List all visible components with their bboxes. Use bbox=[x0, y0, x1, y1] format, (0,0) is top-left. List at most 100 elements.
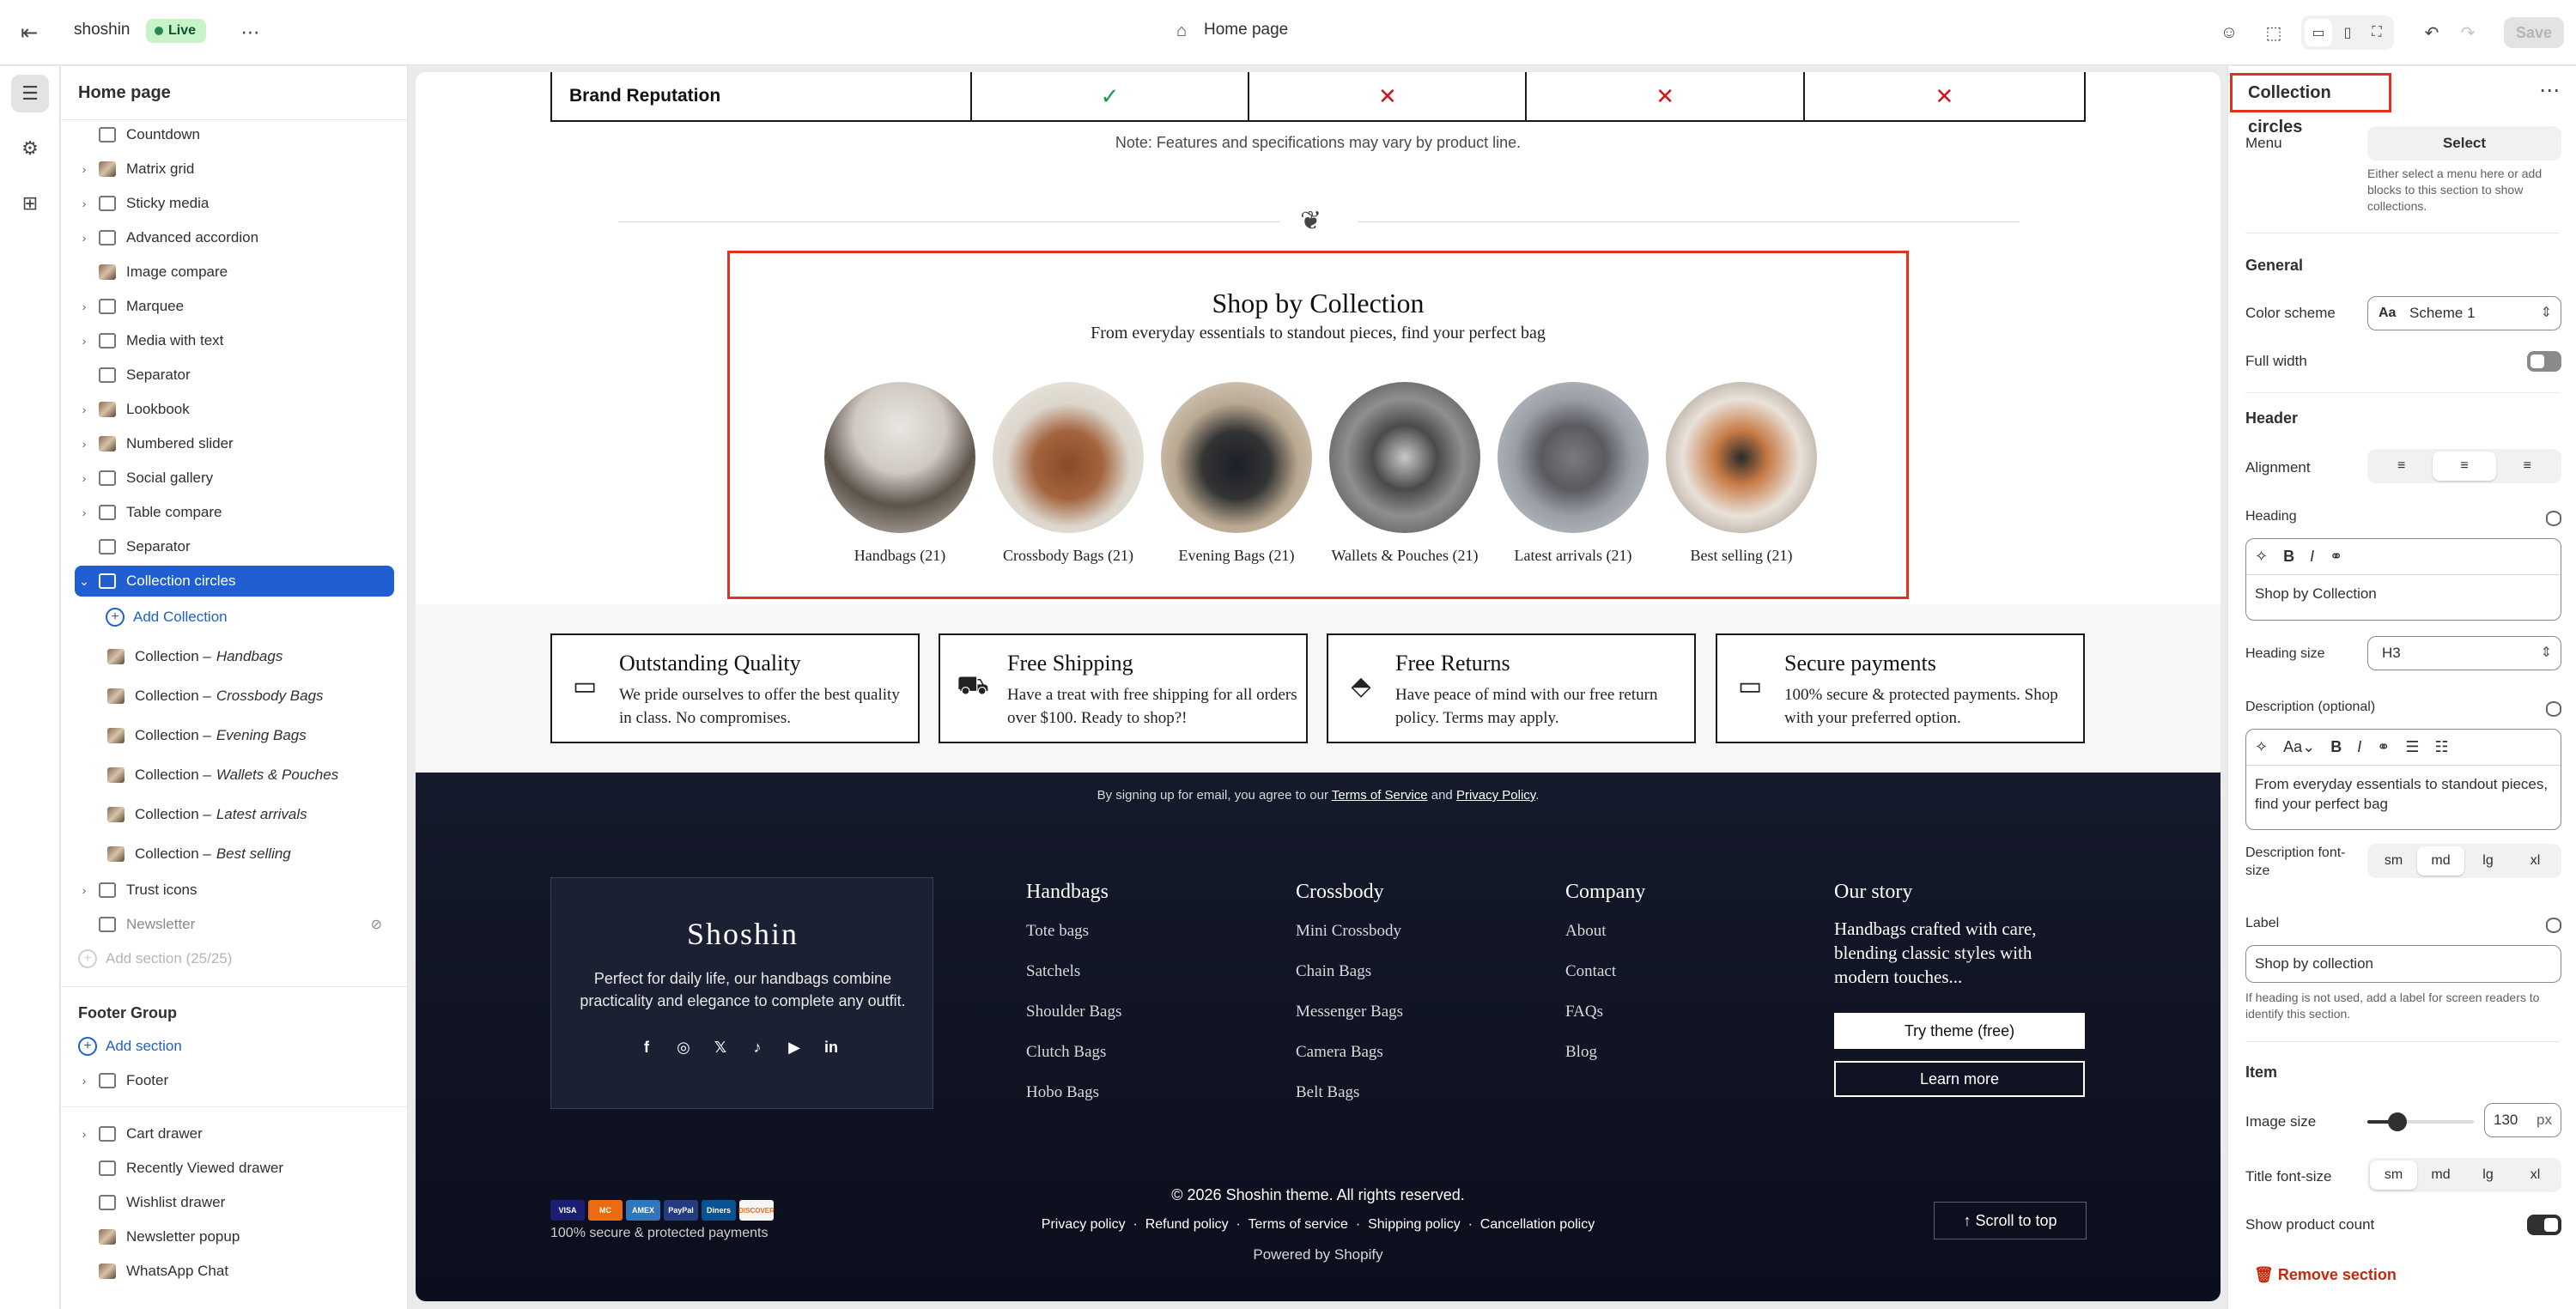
block-collection-handbags[interactable]: Collection – Handbags bbox=[102, 641, 394, 672]
bullet-list-icon[interactable]: ☰ bbox=[2405, 738, 2419, 756]
chevron-down-icon[interactable]: ⌄ bbox=[75, 574, 94, 589]
footer-link[interactable]: Mini Crossbody bbox=[1296, 922, 1401, 941]
block-collection-wallets[interactable]: Collection – Wallets & Pouches bbox=[102, 760, 394, 791]
menu-select-button[interactable]: Select bbox=[2367, 126, 2561, 161]
block-collection-evening[interactable]: Collection – Evening Bags bbox=[102, 720, 394, 751]
policy-link[interactable]: Terms of service bbox=[1248, 1217, 1347, 1232]
exit-icon[interactable]: ⇤ bbox=[15, 19, 43, 46]
footer-link[interactable]: Tote bags bbox=[1026, 922, 1089, 941]
inspector-icon[interactable]: ⬚ bbox=[2260, 19, 2287, 46]
sidebar-item-trust-icons[interactable]: › Trust icons bbox=[75, 875, 394, 906]
size-option[interactable]: sm bbox=[2370, 846, 2417, 876]
text-style-icon[interactable]: Aa⌄ bbox=[2283, 738, 2315, 756]
footer-link[interactable]: Contact bbox=[1565, 962, 1616, 981]
align-right-icon[interactable]: ≡ bbox=[2496, 451, 2559, 481]
block-collection-latest[interactable]: Collection – Latest arrivals bbox=[102, 799, 394, 830]
chevron-right-icon[interactable]: › bbox=[75, 506, 94, 519]
chevron-right-icon[interactable]: › bbox=[75, 334, 94, 348]
collection-image-handbags[interactable] bbox=[824, 382, 975, 533]
youtube-icon[interactable]: ▶ bbox=[783, 1036, 805, 1058]
collection-image-wallets[interactable] bbox=[1329, 382, 1480, 533]
sidebar-item-matrix-grid[interactable]: › Matrix grid bbox=[75, 154, 394, 185]
chevron-right-icon[interactable]: › bbox=[75, 437, 94, 451]
apps-icon[interactable]: ⊞ bbox=[11, 185, 49, 222]
mobile-icon[interactable]: ▯ bbox=[2334, 19, 2361, 46]
page-selector[interactable]: Home page bbox=[1204, 21, 1288, 39]
description-text[interactable]: From everyday essentials to standout pie… bbox=[2246, 766, 2561, 822]
size-option[interactable]: xl bbox=[2512, 1161, 2559, 1190]
image-size-slider[interactable] bbox=[2367, 1112, 2474, 1131]
footer-link[interactable]: Hobo Bags bbox=[1026, 1083, 1099, 1102]
collection-label[interactable]: Best selling (21) bbox=[1647, 547, 1836, 565]
collection-label[interactable]: Wallets & Pouches (21) bbox=[1310, 547, 1499, 565]
chevron-right-icon[interactable]: › bbox=[75, 1127, 94, 1141]
sidebar-item-collection-circles[interactable]: ⌄ Collection circles bbox=[75, 566, 394, 597]
scroll-to-top-button[interactable]: ↑ Scroll to top bbox=[1934, 1202, 2087, 1239]
linkedin-icon[interactable]: in bbox=[820, 1036, 842, 1058]
remove-section-button[interactable]: 🗑︎ Remove section bbox=[2254, 1266, 2397, 1284]
slider-handle[interactable] bbox=[2388, 1112, 2407, 1131]
chevron-right-icon[interactable]: › bbox=[75, 471, 94, 485]
undo-icon[interactable]: ↶ bbox=[2418, 19, 2445, 46]
sidebar-item-advanced-accordion[interactable]: › Advanced accordion bbox=[75, 222, 394, 253]
sidebar-item-whatsapp-chat[interactable]: WhatsApp Chat bbox=[75, 1256, 394, 1287]
magic-icon[interactable]: ✧ bbox=[2255, 548, 2268, 566]
link-icon[interactable]: ⚭ bbox=[2330, 548, 2342, 566]
privacy-link[interactable]: Privacy Policy bbox=[1456, 788, 1535, 803]
sidebar-item-media-with-text[interactable]: › Media with text bbox=[75, 325, 394, 356]
size-option[interactable]: md bbox=[2417, 1161, 2464, 1190]
show-count-toggle[interactable] bbox=[2527, 1215, 2561, 1235]
dynamic-source-icon[interactable] bbox=[2546, 511, 2561, 526]
size-option[interactable]: lg bbox=[2464, 1161, 2512, 1190]
collection-label[interactable]: Handbags (21) bbox=[805, 547, 994, 565]
footer-link[interactable]: Belt Bags bbox=[1296, 1083, 1359, 1102]
numbered-list-icon[interactable]: ☷ bbox=[2434, 738, 2448, 756]
size-option[interactable]: xl bbox=[2512, 846, 2559, 876]
facebook-icon[interactable]: f bbox=[635, 1036, 658, 1058]
sidebar-item-social-gallery[interactable]: › Social gallery bbox=[75, 463, 394, 494]
add-section-button[interactable]: + Add section bbox=[75, 1031, 394, 1062]
italic-icon[interactable]: I bbox=[2310, 548, 2314, 566]
block-collection-best[interactable]: Collection – Best selling bbox=[102, 839, 394, 870]
italic-icon[interactable]: I bbox=[2357, 738, 2361, 756]
sidebar-item-cart-drawer[interactable]: › Cart drawer bbox=[75, 1118, 394, 1149]
save-button[interactable]: Save bbox=[2504, 17, 2564, 48]
theme-store-icon[interactable]: ☺ bbox=[2215, 19, 2243, 46]
chevron-right-icon[interactable]: › bbox=[75, 231, 94, 245]
color-scheme-select[interactable]: Aa Scheme 1 bbox=[2367, 296, 2561, 330]
collection-label[interactable]: Latest arrivals (21) bbox=[1479, 547, 1668, 565]
size-option[interactable]: lg bbox=[2464, 846, 2512, 876]
terms-link[interactable]: Terms of Service bbox=[1332, 788, 1428, 803]
footer-link[interactable]: Clutch Bags bbox=[1026, 1043, 1106, 1062]
bold-icon[interactable]: B bbox=[2330, 738, 2342, 756]
sidebar-item-separator-2[interactable]: Separator bbox=[75, 531, 394, 562]
collection-label[interactable]: Evening Bags (21) bbox=[1142, 547, 1331, 565]
dynamic-source-icon[interactable] bbox=[2546, 918, 2561, 933]
footer-link[interactable]: Messenger Bags bbox=[1296, 1003, 1403, 1021]
sidebar-item-wishlist-drawer[interactable]: Wishlist drawer bbox=[75, 1187, 394, 1218]
hidden-eye-icon[interactable]: ⊘ bbox=[371, 916, 382, 933]
heading-editor[interactable]: ✧ B I ⚭ Shop by Collection bbox=[2245, 538, 2561, 621]
magic-icon[interactable]: ✧ bbox=[2255, 738, 2268, 756]
policy-link[interactable]: Privacy policy bbox=[1042, 1217, 1126, 1232]
powered-by[interactable]: Powered by Shopify bbox=[416, 1246, 2221, 1264]
sidebar-item-table-compare[interactable]: › Table compare bbox=[75, 497, 394, 528]
sidebar-item-newsletter[interactable]: Newsletter ⊘ bbox=[75, 909, 394, 940]
chevron-right-icon[interactable]: › bbox=[75, 162, 94, 176]
more-icon[interactable]: ⋯ bbox=[237, 19, 264, 46]
sidebar-item-sticky-media[interactable]: › Sticky media bbox=[75, 188, 394, 219]
heading-size-select[interactable]: H3 bbox=[2367, 636, 2561, 670]
align-center-icon[interactable]: ≡ bbox=[2433, 451, 2496, 481]
sidebar-item-marquee[interactable]: › Marquee bbox=[75, 291, 394, 322]
label-input[interactable]: Shop by collection bbox=[2245, 945, 2561, 983]
footer-link[interactable]: Satchels bbox=[1026, 962, 1080, 981]
footer-link[interactable]: Chain Bags bbox=[1296, 962, 1371, 981]
dynamic-source-icon[interactable] bbox=[2546, 701, 2561, 717]
try-theme-button[interactable]: Try theme (free) bbox=[1834, 1013, 2085, 1049]
sidebar-item-newsletter-popup[interactable]: Newsletter popup bbox=[75, 1221, 394, 1252]
align-left-icon[interactable]: ≡ bbox=[2370, 451, 2433, 481]
sidebar-item-footer[interactable]: › Footer bbox=[75, 1065, 394, 1096]
tiktok-icon[interactable]: ♪ bbox=[746, 1036, 769, 1058]
collection-circles-section[interactable]: Shop by Collection From everyday essenti… bbox=[727, 251, 1909, 599]
footer-link[interactable]: Blog bbox=[1565, 1043, 1597, 1062]
